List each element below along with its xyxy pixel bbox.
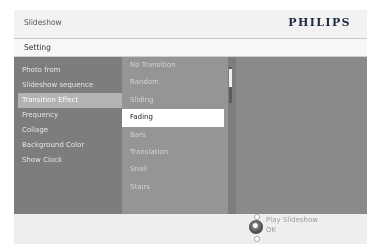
- option-no-transition[interactable]: No Transition: [122, 57, 228, 74]
- settings-menu: Photo from Slideshow sequence Transition…: [14, 63, 124, 168]
- page-title: Slideshow: [24, 18, 62, 27]
- transition-submenu: No Transition Random Sliding Fading Bars…: [122, 57, 228, 214]
- option-bars[interactable]: Bars: [122, 127, 228, 144]
- menu-area: Photo from Slideshow sequence Transition…: [14, 57, 367, 214]
- option-translation[interactable]: Translation: [122, 144, 228, 161]
- menu-item-slideshow-sequence[interactable]: Slideshow sequence: [18, 78, 122, 93]
- breadcrumb-label: Setting: [24, 43, 51, 52]
- preview-pane: [236, 57, 367, 214]
- menu-item-photo-from[interactable]: Photo from: [18, 63, 122, 78]
- scrollbar-thumb[interactable]: [229, 69, 232, 87]
- photo-frame-ui: Slideshow PHILIPS Setting Photo from Sli…: [14, 10, 367, 244]
- title-bar: Slideshow PHILIPS: [14, 10, 367, 39]
- menu-item-transition-effect[interactable]: Transition Effect: [18, 93, 122, 108]
- menu-item-show-clock[interactable]: Show Clock: [18, 153, 122, 168]
- option-stairs[interactable]: Stairs: [122, 179, 228, 196]
- play-slideshow-hint: Play Slideshow: [266, 216, 318, 224]
- option-random[interactable]: Random: [122, 74, 228, 91]
- option-sliding[interactable]: Sliding: [122, 92, 228, 109]
- menu-item-background-color[interactable]: Background Color: [18, 138, 122, 153]
- screen: Slideshow PHILIPS Setting Photo from Sli…: [0, 0, 373, 250]
- menu-item-collage[interactable]: Collage: [18, 123, 122, 138]
- dial-down-indicator: [254, 236, 260, 242]
- option-fading[interactable]: Fading: [122, 109, 224, 127]
- nav-dial-icon: [249, 220, 263, 234]
- brand-logo: PHILIPS: [288, 16, 351, 29]
- option-snail[interactable]: Snail: [122, 161, 228, 178]
- breadcrumb: Setting: [14, 39, 367, 57]
- menu-item-frequency[interactable]: Frequency: [18, 108, 122, 123]
- control-hints: Play Slideshow OK: [14, 214, 367, 244]
- ok-hint: OK: [266, 226, 277, 234]
- submenu-scrollbar[interactable]: [229, 67, 232, 103]
